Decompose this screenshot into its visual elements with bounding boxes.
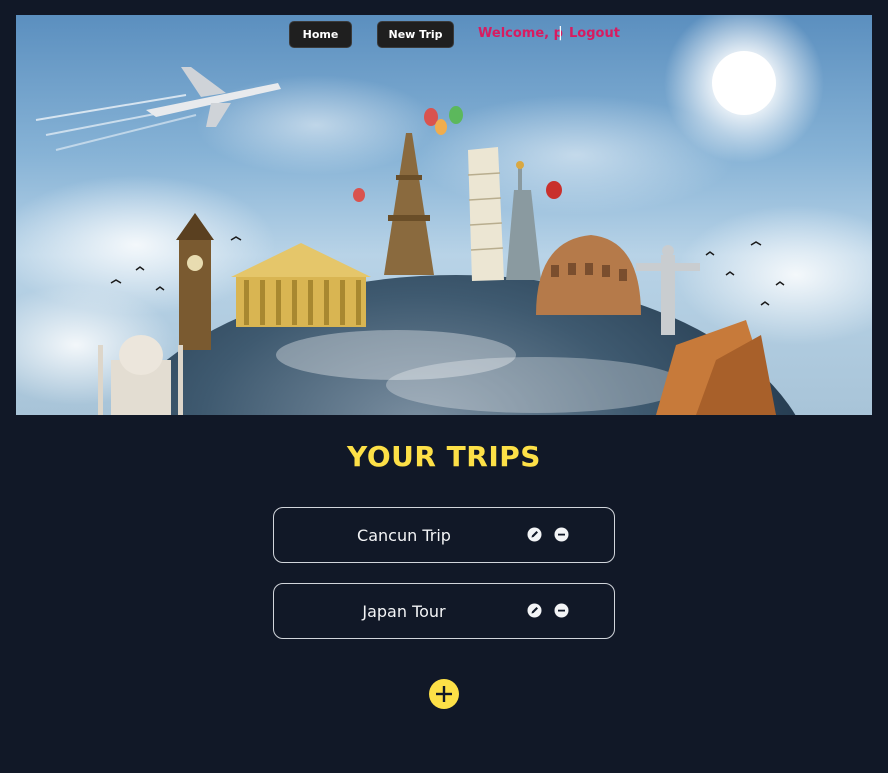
trip-card[interactable]: Cancun Trip <box>273 507 615 563</box>
trip-card[interactable]: Japan Tour <box>273 583 615 639</box>
trip-name[interactable]: Cancun Trip <box>274 508 534 562</box>
edit-icon[interactable] <box>527 527 542 542</box>
hero-image <box>16 15 872 415</box>
nav-separator: | <box>558 25 563 41</box>
plus-circle-icon <box>429 679 459 709</box>
add-trip-button[interactable] <box>429 679 459 709</box>
top-nav: Home New Trip Welcome, p | Logout <box>0 21 888 49</box>
leaning-tower-icon <box>467 147 504 281</box>
welcome-text: Welcome, p <box>478 26 563 41</box>
trip-name[interactable]: Japan Tour <box>274 584 534 638</box>
home-button[interactable]: Home <box>289 21 352 48</box>
edit-icon[interactable] <box>527 603 542 618</box>
delete-icon[interactable] <box>554 527 569 542</box>
delete-icon[interactable] <box>554 603 569 618</box>
hero-banner <box>16 15 872 415</box>
colosseum-icon <box>536 235 641 315</box>
logout-link[interactable]: Logout <box>569 26 620 41</box>
page-title: YOUR TRIPS <box>347 440 541 473</box>
big-ben-icon <box>176 213 214 350</box>
new-trip-button[interactable]: New Trip <box>377 21 454 48</box>
